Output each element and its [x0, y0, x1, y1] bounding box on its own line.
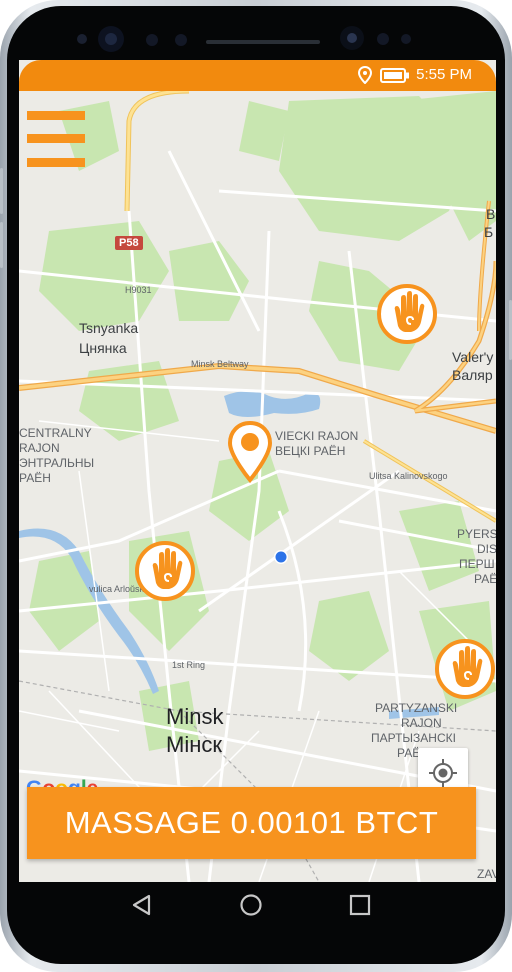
- place-label: Б: [484, 224, 494, 240]
- menu-bar: [27, 158, 85, 167]
- battery-icon: [380, 68, 409, 83]
- volume-button: [0, 222, 3, 268]
- street-label: 1st Ring: [172, 660, 206, 670]
- district-label: DIS: [477, 542, 496, 556]
- status-time: 5:55 PM: [416, 66, 472, 83]
- back-triangle-icon[interactable]: [130, 893, 154, 917]
- district-label: VIECKI RAJON: [275, 429, 359, 443]
- district-label: PARTYZANSKI: [375, 701, 458, 715]
- recents-square-icon[interactable]: [349, 894, 371, 916]
- hand-icon[interactable]: [375, 282, 439, 346]
- place-label: B: [486, 206, 496, 222]
- home-circle-icon[interactable]: [239, 893, 263, 917]
- user-location-dot: [274, 550, 288, 564]
- district-label: РАЁ: [474, 572, 496, 586]
- volume-button: [0, 168, 3, 214]
- hand-icon[interactable]: [433, 637, 496, 701]
- menu-bar: [27, 134, 85, 143]
- status-bar: 5:55 PM: [19, 60, 496, 91]
- road-label-h9031: H9031: [125, 285, 152, 295]
- district-label: RAJON: [401, 716, 442, 730]
- place-label-valery: Valer'y: [452, 349, 494, 365]
- city-label-minsk-local: Мінск: [166, 732, 222, 757]
- district-label: РАЁН: [19, 471, 51, 485]
- district-label: ПЕРШ: [459, 557, 495, 571]
- street-label: Ulitsa Kalinovskogo: [369, 471, 448, 481]
- front-sensors: [77, 26, 411, 52]
- road-label-minsk-beltway: Minsk Beltway: [191, 359, 249, 369]
- place-label-valery-local: Валяр: [452, 367, 493, 383]
- place-label-tsnyanka-local: Цнянка: [79, 340, 127, 356]
- district-label: ВЕЦКІ РАЁН: [275, 444, 346, 458]
- road-shield-p58: P58: [115, 236, 143, 250]
- district-label: ЭНТРАЛЬНЫ: [19, 456, 95, 470]
- district-label: PYERS: [457, 527, 496, 541]
- navigation-bar: [19, 882, 496, 928]
- app-screen: P58 H9031 Tsnyanka Цнянка Minsk Beltway …: [19, 60, 496, 882]
- massage-button[interactable]: MASSAGE 0.00101 BTCT: [27, 787, 476, 859]
- district-label: ZAV: [477, 867, 496, 881]
- map-view[interactable]: P58 H9031 Tsnyanka Цнянка Minsk Beltway …: [19, 91, 496, 882]
- hand-icon[interactable]: [133, 539, 197, 603]
- district-label: ПАРТЫЗАНСКІ: [371, 731, 456, 745]
- location-icon: [358, 66, 372, 84]
- district-label: CENTRALNY: [19, 426, 92, 440]
- place-label-tsnyanka: Tsnyanka: [79, 320, 139, 336]
- map-pin-icon[interactable]: [226, 420, 274, 484]
- city-label-minsk: Minsk: [166, 704, 224, 729]
- hamburger-icon[interactable]: [27, 111, 85, 167]
- menu-bar: [27, 111, 85, 120]
- district-label: RAJON: [19, 441, 60, 455]
